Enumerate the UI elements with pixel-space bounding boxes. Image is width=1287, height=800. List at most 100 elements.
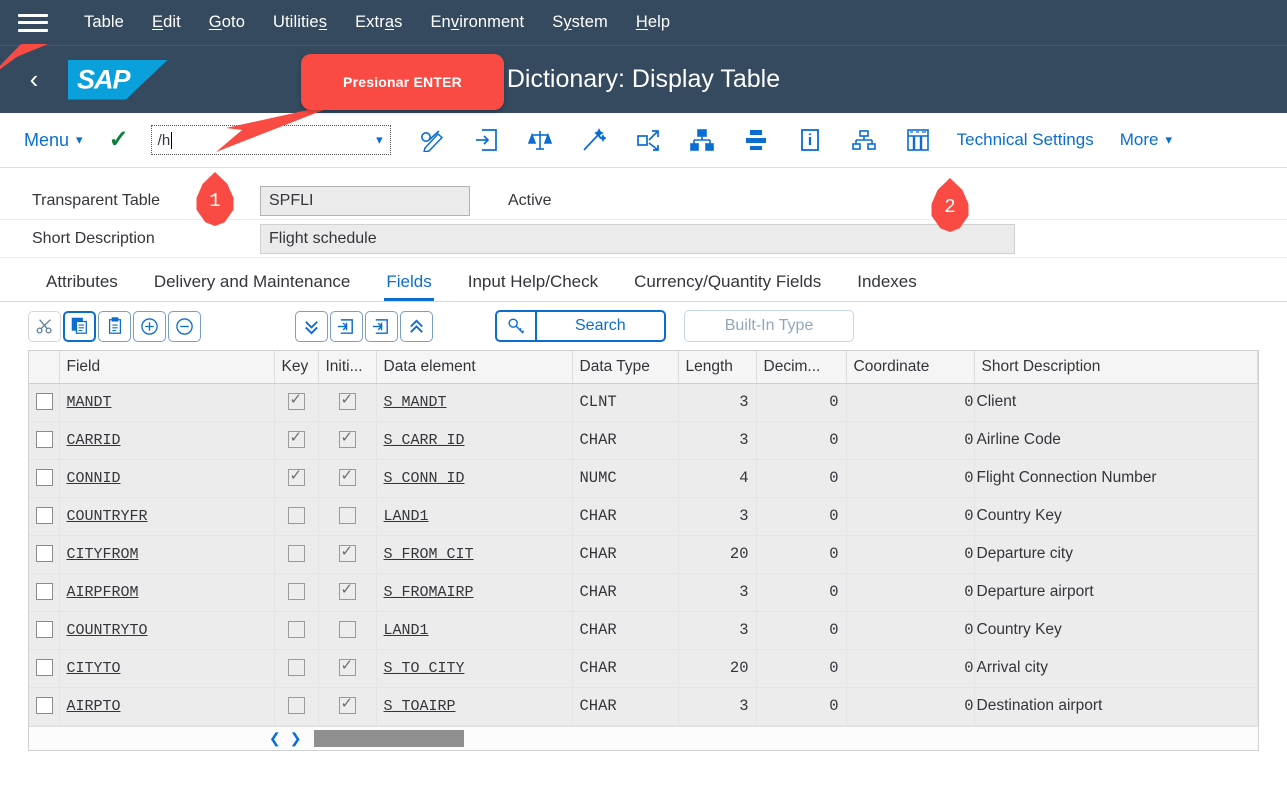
data-element-link[interactable]: S_FROMAIRP [384,584,474,601]
hamburger-menu-icon[interactable] [18,12,48,34]
row-checkbox[interactable] [36,659,53,677]
menu-item-table[interactable]: Table [70,9,138,36]
tab-input-help-check[interactable]: Input Help/Check [450,272,616,301]
scroll-to-top-button[interactable] [400,310,433,342]
scrollbar-thumb[interactable] [314,729,464,747]
data-element-link[interactable]: S_TOAIRP [384,698,456,715]
key-checkbox[interactable] [287,621,305,639]
chevron-left-icon[interactable]: ❮ [269,730,281,747]
key-checkbox[interactable] [287,466,305,487]
initial-checkbox[interactable] [338,694,356,715]
tab-currency-quantity-fields[interactable]: Currency/Quantity Fields [616,272,839,301]
scales-balance-icon[interactable] [513,118,567,162]
row-select-cell[interactable] [29,687,60,726]
field-link[interactable]: MANDT [67,394,112,411]
more-button[interactable]: More ▾ [1120,130,1172,150]
table-row[interactable]: CONNIDS_CONN_IDNUMC400Flight Connection … [29,459,1258,498]
search-button[interactable]: Search [535,310,666,342]
insert-row-above-button[interactable] [365,310,398,342]
menu-item-help[interactable]: Help [622,9,684,36]
data-element-link[interactable]: LAND1 [384,622,429,639]
menu-item-environment[interactable]: Environment [416,9,538,36]
field-link[interactable]: CARRID [67,432,121,449]
short-description-field[interactable]: Flight schedule [260,223,1015,254]
key-checkbox[interactable] [287,390,305,411]
horizontal-scrollbar[interactable]: ❮ ❯ [29,725,1258,750]
key-checkbox[interactable] [287,583,305,601]
insert-into-box-icon[interactable] [459,118,513,162]
key-checkbox[interactable] [287,697,305,715]
data-element-link[interactable]: LAND1 [384,508,429,525]
column-header-length[interactable]: Length [678,351,757,384]
key-checkbox[interactable] [287,507,305,525]
column-header-coordinate[interactable]: Coordinate [846,351,975,384]
field-link[interactable]: CITYTO [67,660,121,677]
initial-checkbox[interactable] [338,466,356,487]
row-checkbox[interactable] [36,697,53,715]
tab-attributes[interactable]: Attributes [28,272,136,301]
initial-checkbox[interactable] [338,542,356,563]
column-header-key[interactable]: Key [273,351,319,384]
delete-row-button[interactable] [168,310,201,342]
initial-checkbox[interactable] [338,580,356,601]
table-row[interactable]: CITYTOS_TO_CITYCHAR2000Arrival city [29,649,1258,688]
tab-fields[interactable]: Fields [368,272,449,301]
paste-button[interactable] [98,310,131,342]
table-row[interactable]: AIRPTOS_TOAIRPCHAR300Destination airport [29,687,1258,726]
column-header-field[interactable]: Field [59,351,275,384]
field-link[interactable]: AIRPTO [67,698,121,715]
tab-indexes[interactable]: Indexes [839,272,935,301]
field-link[interactable]: AIRPFROM [67,584,139,601]
hierarchy-where-used-icon[interactable] [675,118,729,162]
initial-checkbox[interactable] [338,656,356,677]
cut-button[interactable] [28,310,61,342]
menu-item-system[interactable]: System [538,9,622,36]
table-grid-icon[interactable] [891,118,945,162]
select-all-header[interactable] [29,351,60,384]
magic-wand-icon[interactable] [567,118,621,162]
display-change-icon[interactable] [405,118,459,162]
tab-delivery-and-maintenance[interactable]: Delivery and Maintenance [136,272,369,301]
column-header-decimals[interactable]: Decim... [756,351,847,384]
menu-item-extras[interactable]: Extras [341,9,416,36]
row-select-cell[interactable] [29,421,60,460]
hierarchy-outline-icon[interactable] [837,118,891,162]
menu-dropdown-button[interactable]: Menu ▾ [24,130,83,151]
chevron-right-icon[interactable]: ❯ [290,730,302,747]
key-checkbox[interactable] [287,545,305,563]
row-select-cell[interactable] [29,535,60,574]
row-checkbox[interactable] [36,393,53,411]
menu-item-goto[interactable]: Goto [195,9,259,36]
table-row[interactable]: CITYFROMS_FROM_CITCHAR2000Departure city [29,535,1258,574]
insert-row-below-button[interactable] [330,310,363,342]
copy-button[interactable] [63,310,96,342]
row-select-cell[interactable] [29,459,60,498]
technical-settings-button[interactable]: Technical Settings [957,130,1094,150]
row-checkbox[interactable] [36,469,53,487]
menu-item-edit[interactable]: Edit [138,9,195,36]
initial-checkbox[interactable] [338,621,356,639]
table-row[interactable]: COUNTRYFR LAND1 CHAR 3 0 0 Country Key [29,497,1258,536]
insert-row-button[interactable] [133,310,166,342]
row-checkbox[interactable] [36,507,53,525]
key-checkbox[interactable] [287,428,305,449]
data-element-link[interactable]: S_TO_CITY [384,660,465,677]
data-element-link[interactable]: S_CONN_ID [384,470,465,487]
row-select-cell[interactable] [29,611,60,650]
row-select-cell[interactable] [29,383,60,422]
row-checkbox[interactable] [36,545,53,563]
table-name-field[interactable]: SPFLI [260,185,470,216]
row-select-cell[interactable] [29,649,60,688]
menu-item-utilities[interactable]: Utilities [259,9,341,36]
initial-checkbox[interactable] [338,507,356,525]
field-link[interactable]: CITYFROM [67,546,139,563]
column-header-short-description[interactable]: Short Description [974,351,1258,384]
expand-object-icon[interactable] [621,118,675,162]
row-checkbox[interactable] [36,621,53,639]
chevron-down-icon[interactable]: ▾ [376,132,383,148]
row-select-cell[interactable] [29,497,60,536]
column-header-initial[interactable]: Initi... [318,351,377,384]
initial-checkbox[interactable] [338,428,356,449]
table-row[interactable]: MANDTS_MANDTCLNT300Client [29,383,1258,422]
row-select-cell[interactable] [29,573,60,612]
